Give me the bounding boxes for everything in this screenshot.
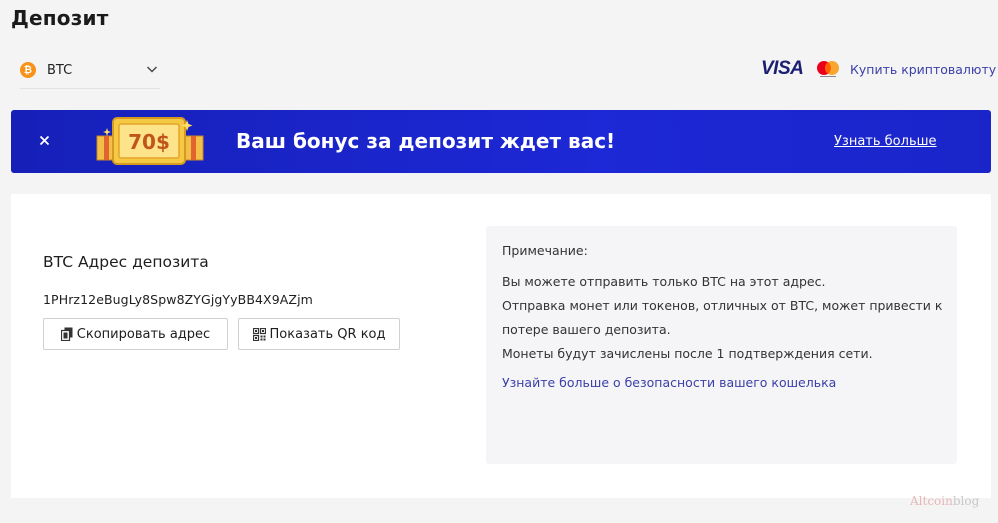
note-box: Примечание: Вы можете отправить только B… (486, 226, 957, 464)
deposit-card: BTC Адрес депозита 1PHrz12eBugLy8Spw8ZYG… (11, 194, 991, 498)
qr-code-icon (252, 327, 266, 341)
page-title: Депозит (11, 6, 109, 30)
bonus-banner: 70$ Ваш бонус за депозит ждет вас! Узнат… (11, 110, 991, 173)
watermark-part2: blog (952, 494, 980, 508)
chevron-down-icon (147, 66, 157, 73)
currency-select[interactable]: ₿ BTC (20, 52, 160, 89)
bonus-gift-icon: 70$ (96, 117, 204, 165)
note-line: Вы можете отправить только BTC на этот а… (502, 274, 826, 289)
copy-address-label: Скопировать адрес (76, 326, 211, 342)
copy-icon (60, 327, 73, 341)
watermark-part1: Altcoin (910, 494, 953, 508)
wallet-security-link[interactable]: Узнайте больше о безопасности вашего кош… (502, 375, 836, 390)
deposit-address-heading: BTC Адрес депозита (43, 253, 209, 271)
learn-more-link[interactable]: Узнать больше (834, 134, 937, 149)
show-qr-label: Показать QR код (269, 326, 386, 342)
banner-text: Ваш бонус за депозит ждет вас! (236, 129, 616, 153)
deposit-address[interactable]: 1PHrz12eBugLy8Spw8ZYGjgYyBB4X9AZjm (43, 292, 313, 307)
note-line: потере вашего депозита. (502, 322, 671, 337)
buy-crypto-link[interactable]: Купить криптовалюту (850, 62, 996, 77)
bitcoin-icon: ₿ (20, 62, 36, 78)
copy-address-button[interactable]: Скопировать адрес (43, 318, 228, 350)
close-icon[interactable] (38, 134, 51, 147)
note-line: Отправка монет или токенов, отличных от … (502, 298, 943, 313)
mastercard-icon (817, 61, 839, 77)
note-title: Примечание: (502, 243, 588, 258)
note-line: Монеты будут зачислены после 1 подтвержд… (502, 346, 873, 361)
show-qr-button[interactable]: Показать QR код (238, 318, 400, 350)
currency-select-value: BTC (47, 62, 73, 78)
bonus-amount: 70$ (128, 130, 170, 154)
watermark: Altcoinblog (910, 494, 979, 508)
visa-logo: VISA (761, 58, 804, 79)
